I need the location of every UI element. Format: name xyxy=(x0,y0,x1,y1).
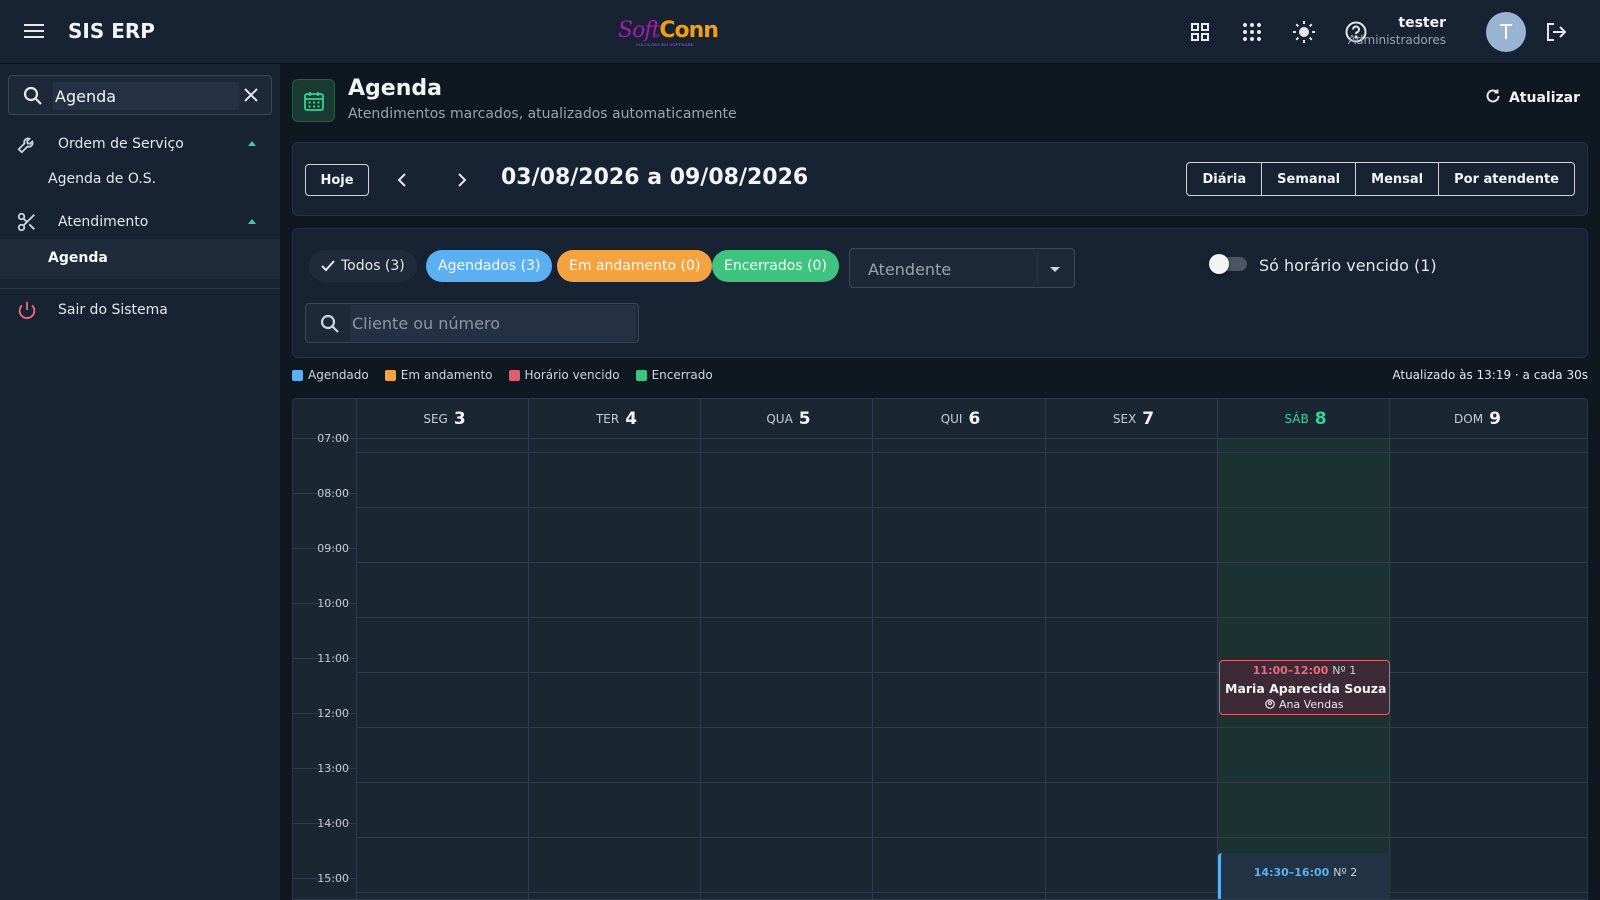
day-header-tue: TER 4 xyxy=(528,399,704,439)
check-icon xyxy=(321,260,335,272)
logout-icon[interactable] xyxy=(1542,18,1570,46)
filter-chip-all[interactable]: Todos (3) xyxy=(309,250,417,282)
day-header-thu: QUI 6 xyxy=(872,399,1048,439)
time-label: 15:00 xyxy=(317,872,349,885)
power-icon xyxy=(16,299,38,325)
sidebar-item-ordem-de-servico[interactable]: Ordem de Serviço xyxy=(0,124,280,164)
sidebar: Ordem de Serviço Agenda de O.S. Atendime… xyxy=(0,64,280,900)
sidebar-item-agenda-os[interactable]: Agenda de O.S. xyxy=(0,160,280,200)
event-card-scheduled[interactable]: 14:30–16:00 Nº 2 xyxy=(1218,853,1390,899)
view-by-attendant-button[interactable]: Por atendente xyxy=(1439,163,1574,195)
time-label: 11:00 xyxy=(317,652,349,665)
day-header-sun: DOM 9 xyxy=(1389,399,1565,439)
legend-scheduled: Agendado xyxy=(292,368,369,382)
time-label: 07:00 xyxy=(317,432,349,445)
app-title: SIS ERP xyxy=(68,19,155,43)
calendar-header: SEG 3 TER 4 QUA 5 QUI 6 SEX 7 SÁB 8 DOM 9 xyxy=(293,399,1587,439)
calendar-icon xyxy=(292,79,335,122)
page-title: Agenda xyxy=(348,76,442,101)
legend-overdue: Horário vencido xyxy=(508,368,620,382)
overdue-toggle-label: Só horário vencido (1) xyxy=(1259,256,1437,275)
view-monthly-button[interactable]: Mensal xyxy=(1356,163,1440,195)
day-header-fri: SEX 7 xyxy=(1045,399,1221,439)
status-legend: Agendado Em andamento Horário vencido En… xyxy=(292,368,713,382)
avatar[interactable]: T xyxy=(1486,12,1526,52)
user-name: tester xyxy=(1398,15,1446,31)
time-label: 08:00 xyxy=(317,487,349,500)
today-button[interactable]: Hoje xyxy=(305,164,369,196)
attendant-select[interactable]: Atendente xyxy=(849,248,1075,288)
search-icon xyxy=(23,86,43,110)
overdue-toggle[interactable] xyxy=(1209,254,1247,274)
refresh-button[interactable]: Atualizar xyxy=(1485,88,1580,108)
time-label: 14:00 xyxy=(317,817,349,830)
user-role: Administradores xyxy=(1347,33,1446,47)
sidebar-item-atendimento[interactable]: Atendimento xyxy=(0,202,280,242)
day-header-mon: SEG 3 xyxy=(356,399,532,439)
scissors-icon xyxy=(16,211,38,237)
menu-icon[interactable] xyxy=(22,20,46,44)
sidebar-item-agenda[interactable]: Agenda xyxy=(0,239,280,279)
sidebar-divider xyxy=(0,288,280,289)
main-content: Agenda Atendimentos marcados, atualizado… xyxy=(280,64,1600,900)
client-search xyxy=(305,303,639,343)
last-updated: Atualizado às 13:19 · a cada 30s xyxy=(1392,368,1588,382)
search-icon xyxy=(320,314,340,338)
legend-in-progress: Em andamento xyxy=(384,368,493,382)
legend-closed: Encerrado xyxy=(635,368,713,382)
time-label: 13:00 xyxy=(317,762,349,775)
time-label: 10:00 xyxy=(317,597,349,610)
chevron-up-icon xyxy=(248,219,256,224)
event-client: Maria Aparecida Souza xyxy=(1225,681,1387,696)
close-icon[interactable] xyxy=(243,87,259,107)
filter-chip-scheduled[interactable]: Agendados (3) xyxy=(426,250,553,282)
theme-sun-icon[interactable] xyxy=(1290,18,1318,46)
chevron-down-icon xyxy=(1050,267,1060,272)
sidebar-search-input[interactable] xyxy=(53,82,239,110)
date-range: 03/08/2026 a 09/08/2026 xyxy=(501,165,809,190)
top-bar: SIS ERP SoftConn SOLUÇÕES EM SOFTWARE te… xyxy=(0,0,1600,64)
brand-logo: SoftConn SOLUÇÕES EM SOFTWARE xyxy=(618,18,719,47)
filters-panel: Todos (3) Agendados (3) Em andamento (0)… xyxy=(292,228,1588,358)
filter-chip-closed[interactable]: Encerrados (0) xyxy=(712,250,839,282)
view-switcher: Diária Semanal Mensal Por atendente xyxy=(1186,162,1575,196)
refresh-icon xyxy=(1485,88,1501,108)
view-weekly-button[interactable]: Semanal xyxy=(1262,163,1357,195)
calendar-grid[interactable]: 07:00 08:00 09:00 10:00 11:00 12:00 13:0… xyxy=(293,432,1587,899)
event-attendant: Ana Vendas xyxy=(1220,698,1389,712)
time-label: 09:00 xyxy=(317,542,349,555)
view-daily-button[interactable]: Diária xyxy=(1187,163,1263,195)
apps-grid-icon[interactable] xyxy=(1186,18,1214,46)
time-label: 12:00 xyxy=(317,707,349,720)
event-card-overdue[interactable]: 11:00–12:00 Nº 1 Maria Aparecida Souza An… xyxy=(1219,660,1390,715)
date-navigation: Hoje 03/08/2026 a 09/08/2026 Diária Sema… xyxy=(292,142,1588,216)
chevron-right-icon[interactable] xyxy=(451,169,473,191)
page-subtitle: Atendimentos marcados, atualizados autom… xyxy=(348,106,737,122)
app-launcher-icon[interactable] xyxy=(1238,18,1266,46)
person-icon xyxy=(1265,699,1276,712)
sidebar-item-sair[interactable]: Sair do Sistema xyxy=(0,290,280,330)
client-search-input[interactable] xyxy=(350,305,636,341)
chevron-up-icon xyxy=(248,141,256,146)
sidebar-search xyxy=(8,75,272,115)
wrench-icon xyxy=(16,133,38,159)
week-calendar: SEG 3 TER 4 QUA 5 QUI 6 SEX 7 SÁB 8 DOM 9 xyxy=(292,398,1588,900)
day-header-wed: QUA 5 xyxy=(700,399,876,439)
chevron-left-icon[interactable] xyxy=(391,169,413,191)
day-header-sat: SÁB 8 xyxy=(1217,399,1393,439)
filter-chip-in-progress[interactable]: Em andamento (0) xyxy=(557,250,713,282)
